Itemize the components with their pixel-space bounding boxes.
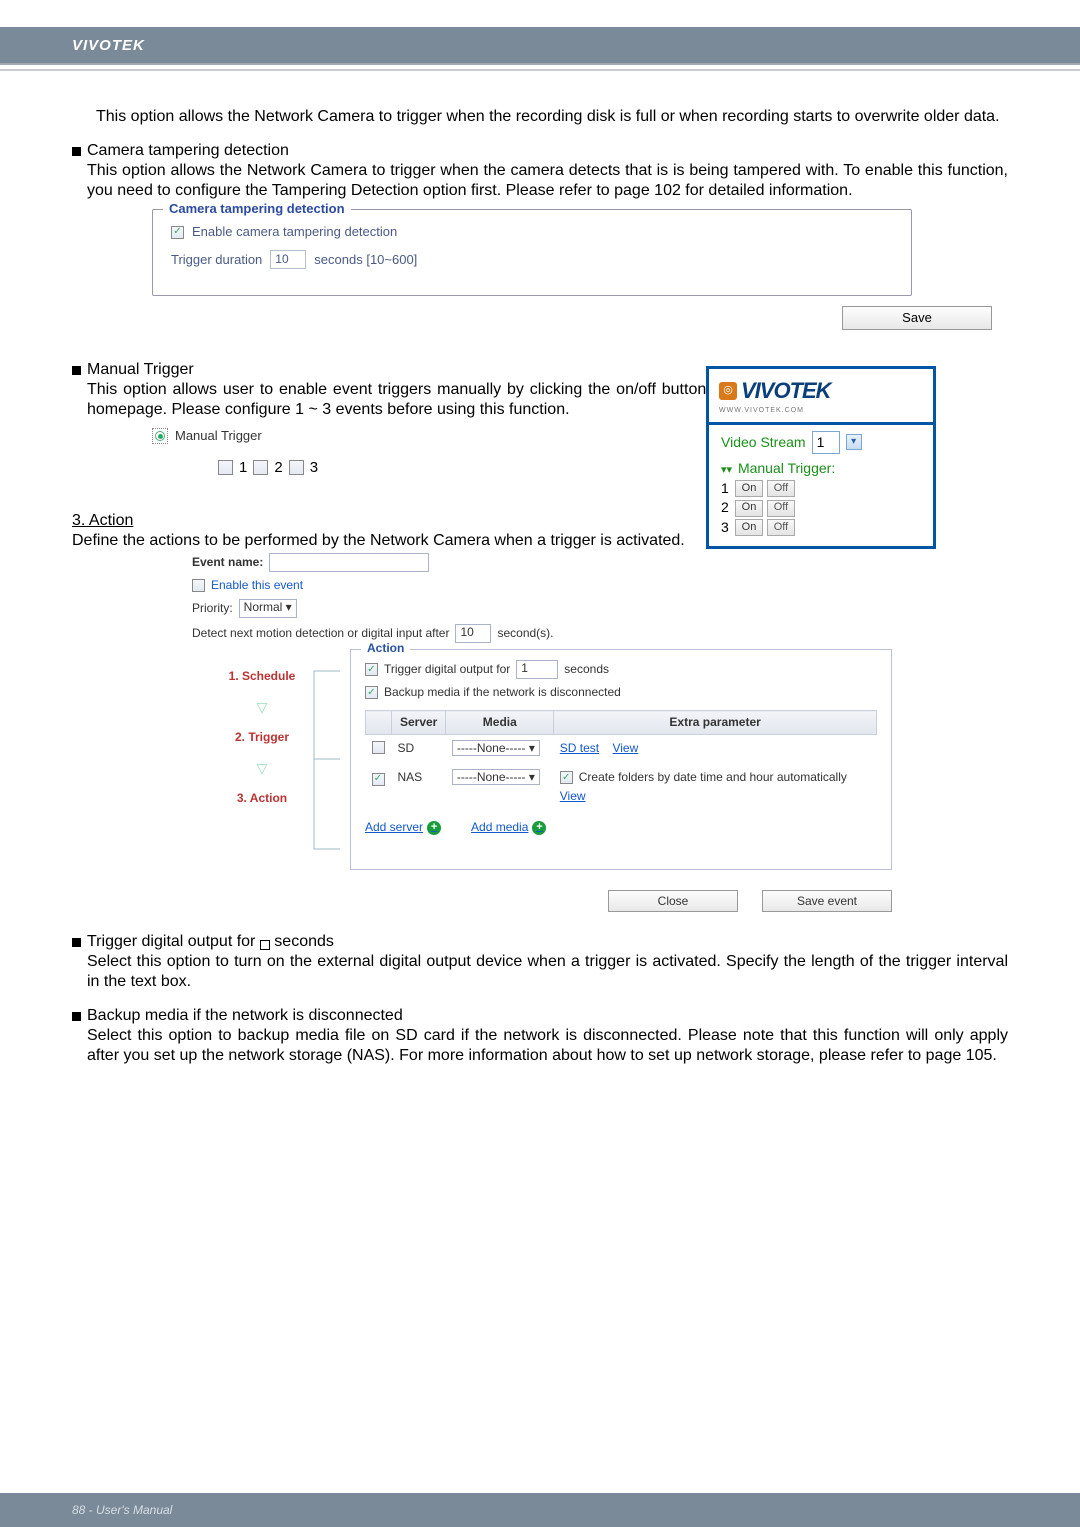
trigger-duration-label: Trigger duration (171, 252, 262, 268)
note2-body: Select this option to backup media file … (87, 1026, 1008, 1066)
priority-select[interactable]: Normal ▾ (239, 599, 297, 618)
bullet-icon (72, 366, 81, 375)
sd-media-select[interactable]: -----None----- ▾ (452, 740, 540, 756)
mt3-off-button[interactable]: Off (767, 519, 795, 536)
manual-trigger-radio[interactable] (152, 428, 168, 444)
vivotek-logo-sub: WWW.VIVOTEK.COM (709, 407, 933, 422)
trigger-duration-input[interactable]: 10 (270, 250, 306, 269)
vivotek-sidebar: ◎ VIVOTEK WWW.VIVOTEK.COM Video Stream 1… (706, 366, 936, 549)
note1-title: Trigger digital output for (87, 933, 255, 950)
create-folders-label: Create folders by date time and hour aut… (579, 770, 847, 785)
video-stream-label: Video Stream (721, 434, 806, 452)
chevron-down-icon[interactable]: ▾ (846, 434, 862, 450)
backup-media-label: Backup media if the network is disconnec… (384, 685, 621, 700)
plus-icon: + (427, 821, 441, 835)
close-button[interactable]: Close (608, 890, 738, 912)
trigger-do-input[interactable]: 1 (516, 660, 558, 679)
bullet-icon (72, 147, 81, 156)
mt1-off-button[interactable]: Off (767, 480, 795, 497)
mt-checkbox-1[interactable] (218, 460, 233, 475)
plus-icon: + (532, 821, 546, 835)
nas-checkbox[interactable]: ✓ (372, 773, 385, 786)
connector-line-icon (310, 659, 350, 879)
tampering-title: Camera tampering detection (87, 142, 289, 159)
mt-row-num: 3 (721, 519, 731, 537)
server-nas: NAS (398, 770, 423, 784)
mt-row-num: 1 (721, 480, 731, 498)
mt-row-num: 2 (721, 499, 731, 517)
add-media-link[interactable]: Add media + (471, 820, 546, 835)
detect-suffix: second(s). (497, 626, 553, 641)
mt3-on-button[interactable]: On (735, 519, 763, 536)
action-heading: 3. Action (72, 512, 133, 529)
vivotek-logo-text: VIVOTEK (741, 377, 831, 405)
enable-tampering-checkbox[interactable]: ✓ (171, 226, 184, 239)
tampering-fieldset: Camera tampering detection ✓ Enable came… (152, 209, 912, 296)
col-checkbox (366, 711, 392, 735)
action-legend: Action (361, 641, 410, 656)
sd-test-link[interactable]: SD test (560, 741, 599, 755)
create-folders-checkbox[interactable]: ✓ (560, 771, 573, 784)
manual-trigger-radio-label: Manual Trigger (175, 428, 262, 444)
trigger-duration-suffix: seconds [10~600] (314, 252, 417, 268)
save-event-button[interactable]: Save event (762, 890, 892, 912)
manual-trigger-panel-label: Manual Trigger: (738, 460, 835, 476)
action-fieldset: Action ✓ Trigger digital output for 1 se… (350, 649, 892, 870)
mt-checkbox-3[interactable] (289, 460, 304, 475)
tampering-body: This option allows the Network Camera to… (87, 161, 1008, 201)
brand-bar: VIVOTEK (0, 27, 1080, 65)
mt-num-3: 3 (310, 459, 318, 478)
mt-num-1: 1 (239, 459, 247, 478)
vivotek-logo-icon: ◎ (719, 382, 737, 400)
action-table: Server Media Extra parameter SD -----Non… (365, 710, 877, 810)
bullet-icon (72, 938, 81, 947)
video-stream-select[interactable]: 1 (812, 431, 840, 455)
trigger-do-suffix: seconds (564, 662, 609, 677)
col-media: Media (446, 711, 554, 735)
manual-trigger-title: Manual Trigger (87, 361, 194, 378)
page-footer: 88 - User's Manual (0, 1493, 1080, 1527)
table-header: Server Media Extra parameter (366, 711, 877, 735)
detect-prefix: Detect next motion detection or digital … (192, 626, 449, 641)
trigger-do-checkbox[interactable]: ✓ (365, 663, 378, 676)
note2-title: Backup media if the network is disconnec… (87, 1007, 403, 1024)
col-extra: Extra parameter (554, 711, 877, 735)
event-name-input[interactable] (269, 553, 429, 572)
backup-media-checkbox[interactable]: ✓ (365, 686, 378, 699)
footer-text: 88 - User's Manual (72, 1503, 172, 1517)
mt-checkbox-2[interactable] (253, 460, 268, 475)
double-chevron-down-icon[interactable]: ▾▾ (721, 464, 732, 476)
mt-num-2: 2 (274, 459, 282, 478)
intro-paragraph: This option allows the Network Camera to… (96, 107, 1008, 127)
enable-event-label: Enable this event (211, 578, 303, 593)
col-server: Server (392, 711, 446, 735)
blank-box-icon (260, 940, 270, 950)
mt1-on-button[interactable]: On (735, 480, 763, 497)
note1-body: Select this option to turn on the extern… (87, 952, 1008, 992)
server-sd: SD (398, 741, 415, 755)
save-button[interactable]: Save (842, 306, 992, 330)
table-row: ✓ NAS -----None----- ▾ ✓ Create folders … (366, 764, 877, 810)
trigger-do-label: Trigger digital output for (384, 662, 510, 677)
table-row: SD -----None----- ▾ SD test View (366, 735, 877, 765)
mt2-off-button[interactable]: Off (767, 500, 795, 517)
nas-media-select[interactable]: -----None----- ▾ (452, 769, 540, 785)
brand-text: VIVOTEK (72, 37, 145, 54)
event-name-label: Event name: (192, 555, 263, 570)
mt2-on-button[interactable]: On (735, 500, 763, 517)
add-server-link[interactable]: Add server + (365, 820, 441, 835)
note1-title2: seconds (274, 933, 334, 950)
enable-tampering-label: Enable camera tampering detection (192, 224, 397, 240)
sd-checkbox[interactable] (372, 741, 385, 754)
nas-view-link[interactable]: View (560, 789, 586, 803)
detect-value-input[interactable]: 10 (455, 624, 491, 643)
tampering-legend: Camera tampering detection (163, 201, 351, 217)
priority-label: Priority: (192, 601, 233, 616)
bullet-icon (72, 1012, 81, 1021)
sd-view-link[interactable]: View (612, 741, 638, 755)
enable-event-checkbox[interactable] (192, 579, 205, 592)
